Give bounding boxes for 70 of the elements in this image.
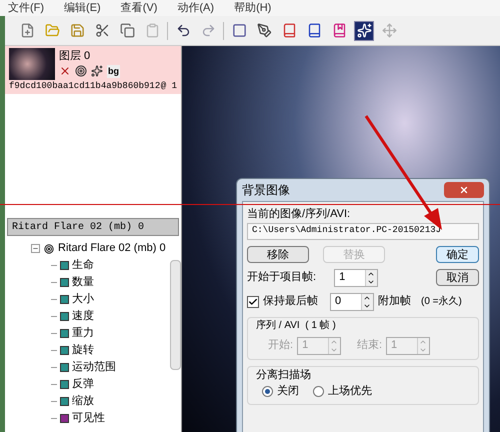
extra-frames-label: 附加帧 [378,294,411,310]
start-label: 开始: [268,338,294,354]
sparkles-icon [356,23,372,38]
toolbar-button[interactable] [354,20,374,40]
hold-checkbox[interactable] [247,296,259,308]
scissors-icon [94,23,110,38]
emitter-icon [44,244,54,254]
tree-item[interactable]: 速度 [72,308,94,325]
tree-item[interactable]: 重力 [72,325,94,342]
scrollbar[interactable] [170,260,181,370]
layer-id: f9dcd100baa1cd11b4a9b860b912 [9,80,160,93]
pen-icon [256,23,272,38]
radio-label: 上场优先 [328,384,372,399]
new-file-icon [20,23,34,38]
frame-icon [232,23,246,38]
copy-icon [120,23,134,38]
save-icon [70,23,84,38]
tree-item[interactable]: 大小 [72,291,94,308]
check-icon [248,296,258,306]
photo-placeholder [9,48,55,80]
radio-button[interactable] [313,386,324,397]
menu-item[interactable]: 动作(A) [177,0,214,16]
sparkle-icon[interactable] [91,65,103,78]
close-button[interactable] [444,182,484,198]
cross-icon[interactable] [59,65,71,78]
tree-item[interactable]: 运动范围 [72,359,116,376]
tree-item[interactable]: 反弹 [72,376,94,393]
menu-item[interactable]: 帮助(H) [234,0,272,16]
bg-tag[interactable]: bg [107,64,120,78]
layer-title: 图层 0 [59,49,92,64]
tree-item[interactable]: 可见性 [72,410,105,427]
radio-label: 关闭 [277,384,299,399]
ok-button[interactable]: 确定 [436,246,479,262]
bookmark-icon [332,23,346,38]
cancel-button[interactable]: 取消 [436,269,479,286]
menu-item[interactable]: 编辑(E) [64,0,101,16]
start-frame-field[interactable]: 1 [334,268,378,286]
radio-button[interactable] [262,386,273,397]
tree-header: Ritard Flare 02 (mb) 0 [7,218,179,236]
tree-item[interactable]: Ritard Flare 02 (mb) 0 [58,240,166,257]
undo-icon [176,23,190,38]
menu-item[interactable]: 文件(F) [8,0,44,16]
start-frame-label: 开始于项目帧: [247,270,316,286]
tree-item[interactable]: 数量 [72,274,94,291]
clipboard-icon [144,23,160,38]
hold-label: 保持最后帧 [263,294,318,310]
dialog-title: 背景图像 [242,182,290,199]
group-title: 序列 / AVI ( 1 帧 ) [256,318,337,332]
end-label: 结束: [356,338,382,354]
group-title: 分离扫描场 [256,368,312,382]
path-label: 当前的图像/序列/AVI: [247,206,352,222]
target-icon[interactable] [75,65,87,78]
layer-frame: @ 1 [160,80,177,94]
tree-item[interactable]: 旋转 [72,342,94,359]
minus-icon [32,245,39,252]
forever-note: (0 =永久) [421,294,462,309]
tree-item[interactable]: 缩放 [72,393,94,410]
redo-icon [200,23,216,38]
book-icon [306,23,322,38]
book-icon [282,23,296,38]
layer-row[interactable]: 图层 0 bg f9dcd100baa1cd11b4a9b860b912@ 1 [5,46,181,94]
menu-item[interactable]: 查看(V) [120,0,158,16]
path-field[interactable]: C:\Users\Administrator.PC-20150213J [247,222,479,240]
expand-toggle[interactable] [31,244,40,253]
extra-frames-field[interactable]: 0 [330,292,374,310]
close-icon [459,185,469,195]
tree-item[interactable]: 生命 [72,257,94,274]
dialog-button[interactable]: 移除 [247,246,309,262]
move-icon [382,23,396,38]
folder-icon [44,23,60,38]
